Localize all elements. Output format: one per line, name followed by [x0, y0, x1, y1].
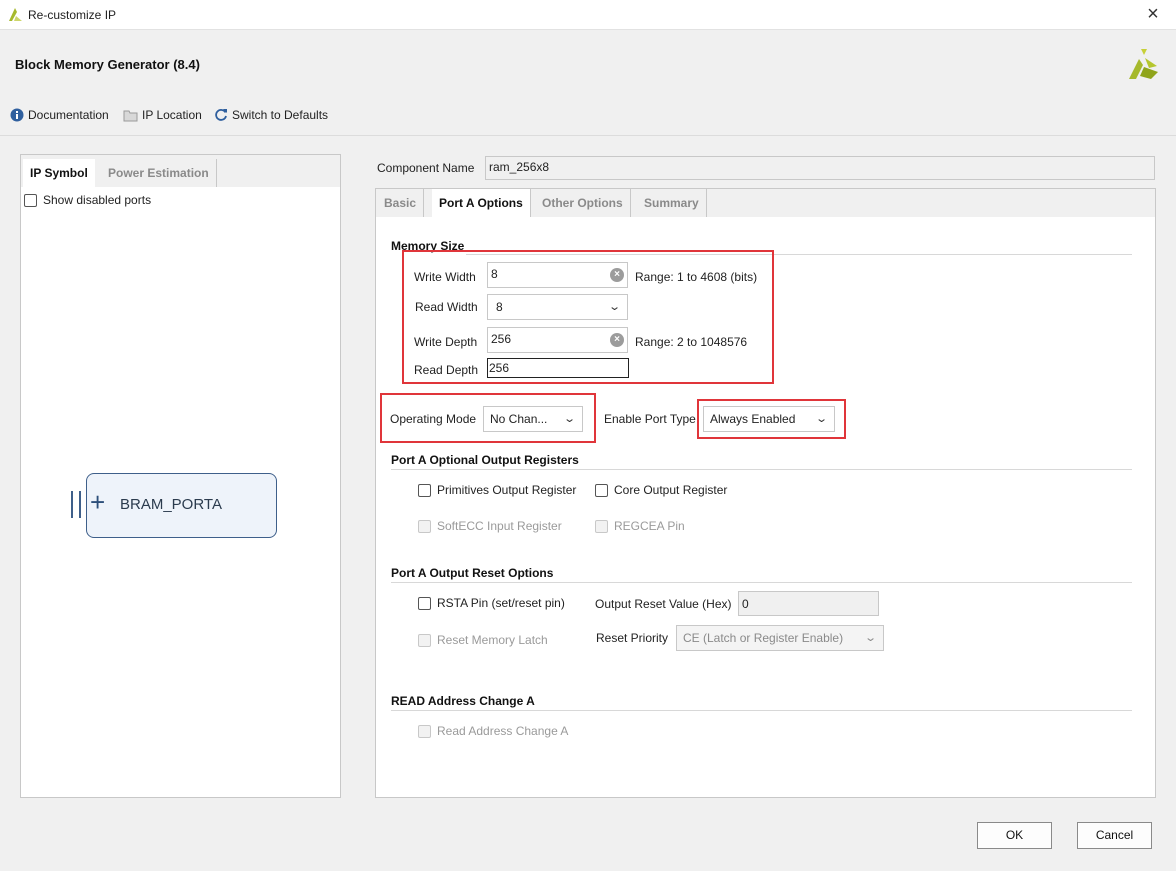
regcea-pin-label: REGCEA Pin [614, 519, 685, 533]
divider [0, 135, 1176, 136]
reset-priority-select: CE (Latch or Register Enable) ⌄ [676, 625, 884, 651]
port-bus-icon [71, 491, 81, 518]
read-address-change-checkbox: Read Address Change A [418, 724, 568, 738]
checkbox-box [418, 724, 431, 738]
show-disabled-ports-checkbox[interactable]: Show disabled ports [24, 193, 151, 207]
options-tab-bar: Basic Port A Options Other Options Summa… [376, 189, 1155, 217]
ip-symbol-panel: IP Symbol Power Estimation Show disabled… [20, 154, 341, 798]
xilinx-brand-logo-icon [1129, 49, 1158, 79]
refresh-icon [215, 109, 227, 121]
output-reset-value-label: Output Reset Value (Hex) [595, 597, 732, 611]
ip-location-label: IP Location [142, 108, 202, 122]
section-divider [391, 469, 1132, 470]
rsta-pin-label: RSTA Pin (set/reset pin) [437, 596, 565, 610]
read-address-change-label: Read Address Change A [437, 724, 569, 738]
chevron-down-icon: ⌄ [863, 632, 877, 644]
operating-mode-highlight [380, 393, 596, 443]
reset-options-title: Port A Output Reset Options [391, 566, 554, 580]
tab-other-options[interactable]: Other Options [535, 189, 631, 217]
section-divider [391, 582, 1132, 583]
checkbox-box[interactable] [418, 483, 431, 497]
window-title: Re-customize IP [28, 8, 117, 22]
close-icon[interactable]: × [1138, 2, 1168, 28]
core-output-register-checkbox[interactable]: Core Output Register [595, 483, 727, 497]
read-address-change-title: READ Address Change A [391, 694, 535, 708]
bram-porta-label: BRAM_PORTA [120, 496, 222, 513]
primitives-output-register-label: Primitives Output Register [437, 483, 577, 497]
folder-icon [123, 110, 138, 121]
left-tab-bar: IP Symbol Power Estimation [21, 155, 340, 187]
regcea-pin-checkbox: REGCEA Pin [595, 519, 685, 533]
tab-summary[interactable]: Summary [637, 189, 707, 217]
optional-registers-title: Port A Optional Output Registers [391, 453, 579, 467]
primitives-output-register-checkbox[interactable]: Primitives Output Register [418, 483, 576, 497]
tab-port-a-options[interactable]: Port A Options [432, 189, 531, 217]
output-reset-value-input[interactable]: 0 [738, 591, 879, 616]
tab-power-estimation[interactable]: Power Estimation [101, 159, 217, 187]
tab-ip-symbol[interactable]: IP Symbol [23, 159, 95, 187]
enable-port-type-highlight [697, 399, 846, 439]
documentation-label: Documentation [28, 108, 109, 122]
checkbox-box [418, 633, 431, 647]
softecc-input-register-checkbox: SoftECC Input Register [418, 519, 562, 533]
reset-priority-label: Reset Priority [596, 631, 669, 645]
reset-priority-value: CE (Latch or Register Enable) [683, 631, 844, 645]
xilinx-logo-icon [9, 8, 22, 21]
reset-memory-latch-checkbox: Reset Memory Latch [418, 633, 548, 647]
checkbox-box[interactable] [418, 596, 431, 610]
window-title-bar: Re-customize IP × [0, 0, 1176, 30]
checkbox-box [595, 519, 608, 533]
switch-to-defaults-button[interactable]: Switch to Defaults [214, 108, 328, 122]
section-divider [391, 710, 1132, 711]
show-disabled-ports-label: Show disabled ports [43, 193, 152, 207]
softecc-input-register-label: SoftECC Input Register [437, 519, 562, 533]
tab-basic[interactable]: Basic [377, 189, 425, 217]
rsta-pin-checkbox[interactable]: RSTA Pin (set/reset pin) [418, 596, 565, 610]
checkbox-box [418, 519, 431, 533]
ok-button[interactable]: OK [977, 822, 1052, 849]
component-name-input[interactable]: ram_256x8 [485, 156, 1155, 180]
enable-port-type-label: Enable Port Type [604, 412, 696, 426]
ip-title: Block Memory Generator (8.4) [15, 57, 200, 72]
ip-location-button[interactable]: IP Location [123, 108, 202, 122]
reset-memory-latch-label: Reset Memory Latch [437, 633, 548, 647]
core-output-register-label: Core Output Register [614, 483, 728, 497]
memory-size-highlight [402, 250, 774, 384]
component-name-label: Component Name [377, 161, 475, 175]
checkbox-box[interactable] [595, 483, 608, 497]
expand-plus-icon[interactable]: + [90, 487, 105, 517]
documentation-button[interactable]: Documentation [10, 108, 109, 122]
checkbox-box[interactable] [24, 193, 37, 207]
cancel-button[interactable]: Cancel [1077, 822, 1152, 849]
info-icon [10, 108, 24, 122]
switch-to-defaults-label: Switch to Defaults [232, 108, 329, 122]
